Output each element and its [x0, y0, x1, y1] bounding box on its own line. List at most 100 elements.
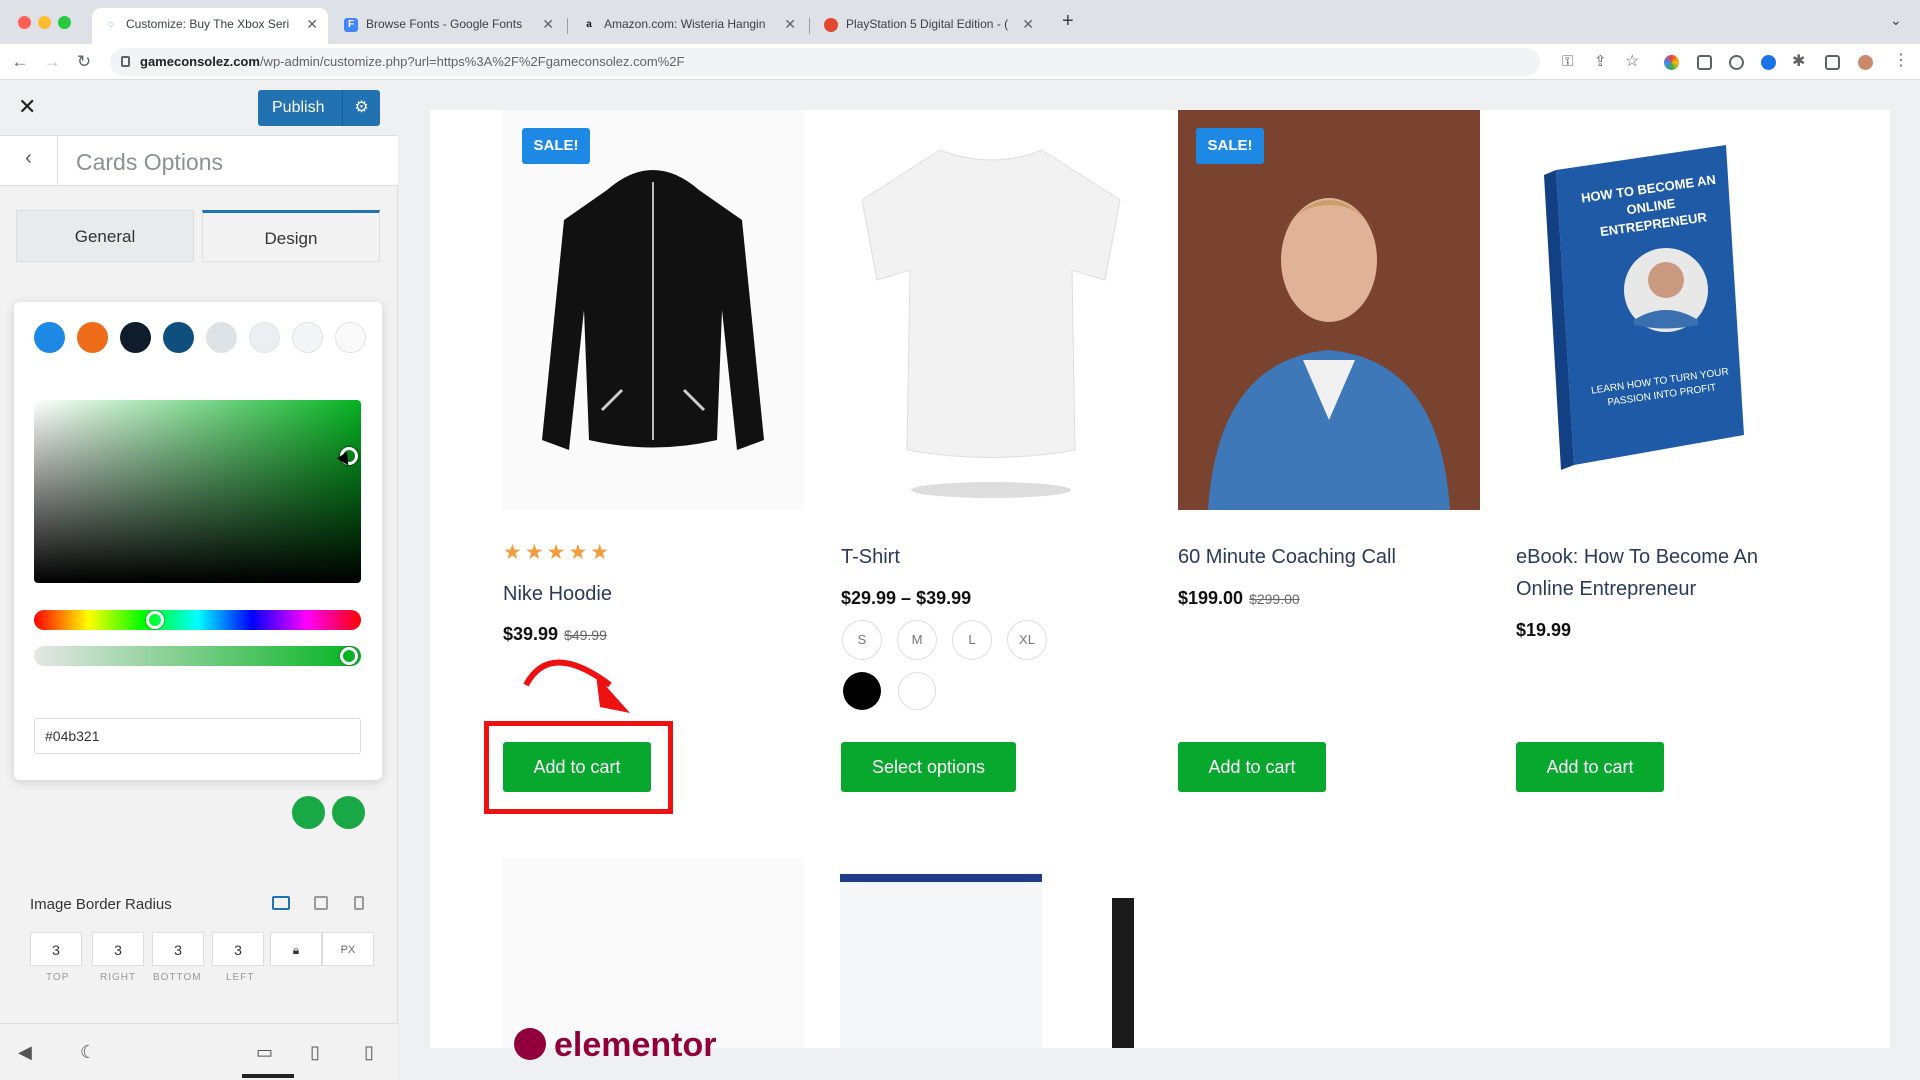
customizer-footer — [0, 1023, 398, 1080]
alpha-slider[interactable] — [34, 646, 361, 666]
size-option-xl[interactable]: XL — [1007, 620, 1047, 660]
desktop-preview-icon[interactable]: ▭ — [256, 1042, 273, 1063]
puzzle-extensions-icon[interactable]: ✱ — [1792, 51, 1805, 71]
unit-selector[interactable]: PX — [322, 932, 374, 966]
color-swatch-hover[interactable] — [332, 796, 365, 829]
tab-title: Browse Fonts - Google Fonts — [366, 17, 523, 31]
forward-arrow-icon[interactable]: → — [40, 50, 64, 74]
tab-design[interactable]: Design — [202, 210, 380, 262]
add-to-cart-button-ebook[interactable]: Add to cart — [1516, 742, 1664, 792]
close-tab-icon[interactable]: ✕ — [784, 8, 796, 40]
address-bar[interactable]: gameconsolez.com/wp-admin/customize.php?… — [110, 48, 1540, 76]
color-option-black[interactable] — [843, 672, 881, 710]
saturation-area[interactable] — [34, 400, 361, 583]
palette-swatch[interactable] — [77, 322, 108, 353]
mobile-preview-icon[interactable]: ▯ — [364, 1042, 374, 1063]
link-values-lock-icon[interactable]: 🔒︎ — [270, 932, 322, 966]
radius-right-input[interactable]: 3 — [92, 932, 144, 966]
product-name-tshirt[interactable]: T-Shirt — [841, 541, 900, 573]
browser-tab-google-fonts[interactable]: F Browse Fonts - Google Fonts ✕ — [332, 8, 564, 44]
size-option-s[interactable]: S — [842, 620, 882, 660]
product-image-ps5[interactable] — [840, 858, 1142, 1048]
camera-icon[interactable] — [1697, 55, 1712, 70]
product-image-coaching[interactable] — [1178, 110, 1480, 510]
close-tab-icon[interactable]: ✕ — [306, 8, 318, 40]
product-image-elementor[interactable]: elementor — [502, 858, 804, 1064]
palette-swatch[interactable] — [249, 322, 280, 353]
collapse-sidebar-icon[interactable]: ◀ — [18, 1042, 32, 1063]
hue-slider[interactable] — [34, 610, 361, 630]
active-device-indicator — [242, 1074, 294, 1078]
tablet-preview-icon[interactable]: ▯ — [310, 1042, 320, 1063]
share-icon[interactable]: ⇪ — [1594, 52, 1607, 70]
mobile-device-icon[interactable] — [354, 896, 364, 910]
desktop-device-icon[interactable] — [272, 896, 290, 910]
browser-toolbar: ← → ↻ gameconsolez.com/wp-admin/customiz… — [0, 44, 1920, 80]
color-swatch-normal[interactable] — [292, 796, 325, 829]
tab-general[interactable]: General — [16, 210, 194, 262]
product-name-hoodie[interactable]: Nike Hoodie — [503, 578, 612, 610]
product-image-hoodie[interactable] — [502, 110, 804, 510]
product-name-ebook[interactable]: eBook: How To Become An Online Entrepren… — [1516, 541, 1816, 605]
profile-avatar[interactable] — [1858, 55, 1873, 70]
ps5-console — [1112, 898, 1134, 1048]
highlight-box — [484, 721, 673, 814]
palette-swatch[interactable] — [292, 322, 323, 353]
color-option-white[interactable] — [898, 672, 936, 710]
palette-swatch[interactable] — [163, 322, 194, 353]
alpha-handle[interactable] — [340, 647, 358, 665]
back-chevron-icon[interactable]: ‹ — [0, 136, 58, 186]
browser-tab-amazon[interactable]: a Amazon.com: Wisteria Hangin ✕ — [570, 8, 806, 44]
add-to-cart-button-coaching[interactable]: Add to cart — [1178, 742, 1326, 792]
annotation-arrow-icon — [523, 659, 630, 713]
size-option-m[interactable]: M — [897, 620, 937, 660]
minimize-window-dot[interactable] — [38, 16, 51, 29]
palette-swatch[interactable] — [335, 322, 366, 353]
dark-mode-moon-icon[interactable]: ☾ — [80, 1042, 96, 1063]
section-tabs: General Design — [16, 210, 380, 262]
radius-bottom-input[interactable]: 3 — [152, 932, 204, 966]
current-price: $199.00 — [1178, 588, 1244, 608]
new-tab-icon[interactable]: + — [1062, 10, 1074, 33]
back-arrow-icon[interactable]: ← — [8, 50, 32, 74]
menu-kebab-icon[interactable]: ⋮ — [1893, 50, 1909, 70]
url-path: /wp-admin/customize.php?url=https%3A%2F%… — [259, 54, 685, 69]
radius-top-label: TOP — [46, 972, 70, 983]
radius-top-input[interactable]: 3 — [30, 932, 82, 966]
elementor-partial-text: elementor — [554, 1026, 717, 1064]
elementor-logo-icon — [514, 1028, 546, 1060]
key-icon[interactable]: ⚿ — [1562, 53, 1573, 70]
close-tab-icon[interactable]: ✕ — [1022, 8, 1034, 40]
extension-color-icon[interactable] — [1664, 55, 1679, 70]
product-image-tshirt[interactable] — [840, 110, 1142, 510]
publish-button[interactable]: Publish ⚙ — [258, 90, 380, 126]
browser-tab-customize[interactable]: ◌ Customize: Buy The Xbox Seri ✕ — [92, 8, 328, 44]
playstation-store-icon — [824, 18, 838, 32]
hex-color-input[interactable] — [34, 718, 361, 754]
close-window-dot[interactable] — [18, 16, 31, 29]
image-border-radius-label: Image Border Radius — [30, 896, 172, 913]
sale-badge: SALE! — [1196, 128, 1264, 164]
tab-search-chevron-icon[interactable]: ⌄ — [1890, 12, 1902, 29]
size-option-l[interactable]: L — [952, 620, 992, 660]
palette-swatch[interactable] — [120, 322, 151, 353]
radius-left-input[interactable]: 3 — [212, 932, 264, 966]
browser-tab-playstation[interactable]: PlayStation 5 Digital Edition - ( ✕ — [812, 8, 1044, 44]
reload-icon[interactable]: ↻ — [72, 50, 96, 74]
shield-extension-icon[interactable] — [1729, 55, 1744, 70]
side-panel-icon[interactable] — [1825, 55, 1840, 70]
palette-swatch[interactable] — [206, 322, 237, 353]
blue-extension-icon[interactable] — [1761, 55, 1776, 70]
product-image-ebook[interactable]: HOW TO BECOME AN ONLINE ENTREPRENEUR LEA… — [1516, 110, 1818, 510]
ps5-box — [840, 882, 1042, 1048]
palette-swatch[interactable] — [34, 322, 65, 353]
select-options-button-tshirt[interactable]: Select options — [841, 742, 1016, 792]
zoom-window-dot[interactable] — [58, 16, 71, 29]
product-name-coaching[interactable]: 60 Minute Coaching Call — [1178, 541, 1396, 573]
hue-handle[interactable] — [146, 611, 164, 629]
close-tab-icon[interactable]: ✕ — [542, 8, 554, 40]
close-customizer-icon[interactable]: ✕ — [18, 94, 36, 120]
bookmark-star-icon[interactable]: ☆ — [1625, 51, 1639, 71]
tablet-device-icon[interactable] — [314, 896, 328, 910]
gear-icon[interactable]: ⚙ — [342, 90, 380, 126]
